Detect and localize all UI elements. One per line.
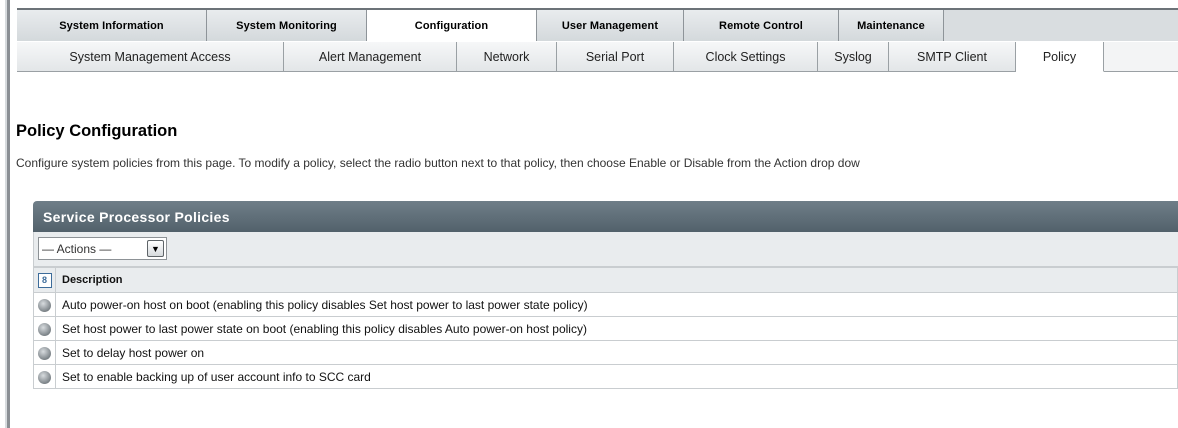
radio-button-icon[interactable]	[38, 298, 51, 312]
tab-label: Remote Control	[719, 20, 803, 32]
select-all-icon[interactable]: 8	[37, 272, 52, 288]
tab-remote-control[interactable]: Remote Control	[684, 10, 839, 43]
tab-label: Policy	[1042, 49, 1077, 64]
actions-dropdown[interactable]: — Actions — ▼	[38, 237, 167, 260]
panel-header: Service Processor Policies	[33, 201, 1178, 232]
tab-label: Clock Settings	[705, 49, 786, 64]
table-row: Set to delay host power on	[33, 340, 1178, 365]
tab-serial-port[interactable]: Serial Port	[557, 42, 674, 72]
tab-system-management-access[interactable]: System Management Access	[17, 42, 284, 72]
panel-title: Service Processor Policies	[43, 208, 230, 225]
tab-network[interactable]: Network	[457, 42, 557, 72]
tab-maintenance[interactable]: Maintenance	[839, 10, 944, 43]
radio-button-icon[interactable]	[38, 346, 51, 360]
tab-system-monitoring[interactable]: System Monitoring	[207, 10, 367, 43]
primary-tab-filler	[944, 10, 1178, 43]
tab-label: Configuration	[414, 20, 489, 32]
tab-label: User Management	[561, 20, 659, 32]
radio-button-icon[interactable]	[38, 370, 51, 384]
tab-label: Maintenance	[857, 20, 925, 32]
tab-label: System Monitoring	[236, 20, 337, 32]
radio-button-icon[interactable]	[38, 322, 51, 336]
policies-panel: Service Processor Policies — Actions — ▼…	[33, 201, 1178, 420]
tab-syslog[interactable]: Syslog	[818, 42, 889, 72]
secondary-tab-filler	[1104, 42, 1178, 72]
tab-label: SMTP Client	[917, 49, 987, 64]
tab-label: Alert Management	[318, 49, 422, 64]
tab-label: Syslog	[834, 49, 872, 64]
row-select-cell	[33, 364, 56, 389]
page-title: Policy Configuration	[16, 122, 178, 140]
select-column-header: 8	[33, 267, 56, 293]
policy-description: Set to delay host power on	[55, 340, 1178, 365]
page-description: Configure system policies from this page…	[16, 156, 860, 170]
tab-user-management[interactable]: User Management	[537, 10, 684, 43]
policies-table: 8 Description Auto power-on host on boot…	[33, 267, 1178, 389]
tab-system-information[interactable]: System Information	[17, 10, 207, 43]
tab-policy[interactable]: Policy	[1016, 42, 1104, 72]
tab-alert-management[interactable]: Alert Management	[284, 42, 457, 72]
description-column-header: Description	[55, 267, 1178, 293]
tab-label: Serial Port	[585, 49, 645, 64]
row-select-cell	[33, 316, 56, 341]
actions-dropdown-label: — Actions —	[42, 241, 112, 256]
tab-label: System Management Access	[69, 49, 231, 64]
row-select-cell	[33, 292, 56, 317]
tab-label: Network	[483, 49, 530, 64]
row-select-cell	[33, 340, 56, 365]
policy-description: Auto power-on host on boot (enabling thi…	[55, 292, 1178, 317]
panel-toolbar: — Actions — ▼	[33, 232, 1178, 267]
secondary-tab-bar: System Management Access Alert Managemen…	[17, 41, 1178, 72]
primary-tab-bar: System Information System Monitoring Con…	[17, 8, 1178, 43]
table-header-row: 8 Description	[33, 267, 1178, 293]
table-row: Set to enable backing up of user account…	[33, 364, 1178, 389]
window-top-edge	[10, 0, 1178, 8]
chevron-down-icon[interactable]: ▼	[147, 240, 164, 257]
tab-clock-settings[interactable]: Clock Settings	[674, 42, 818, 72]
table-row: Set host power to last power state on bo…	[33, 316, 1178, 341]
window-left-border	[0, 0, 10, 428]
table-row: Auto power-on host on boot (enabling thi…	[33, 292, 1178, 317]
policy-description: Set host power to last power state on bo…	[55, 316, 1178, 341]
tab-configuration[interactable]: Configuration	[367, 10, 537, 43]
tab-smtp-client[interactable]: SMTP Client	[889, 42, 1016, 72]
tab-label: System Information	[59, 20, 164, 32]
policy-description: Set to enable backing up of user account…	[55, 364, 1178, 389]
